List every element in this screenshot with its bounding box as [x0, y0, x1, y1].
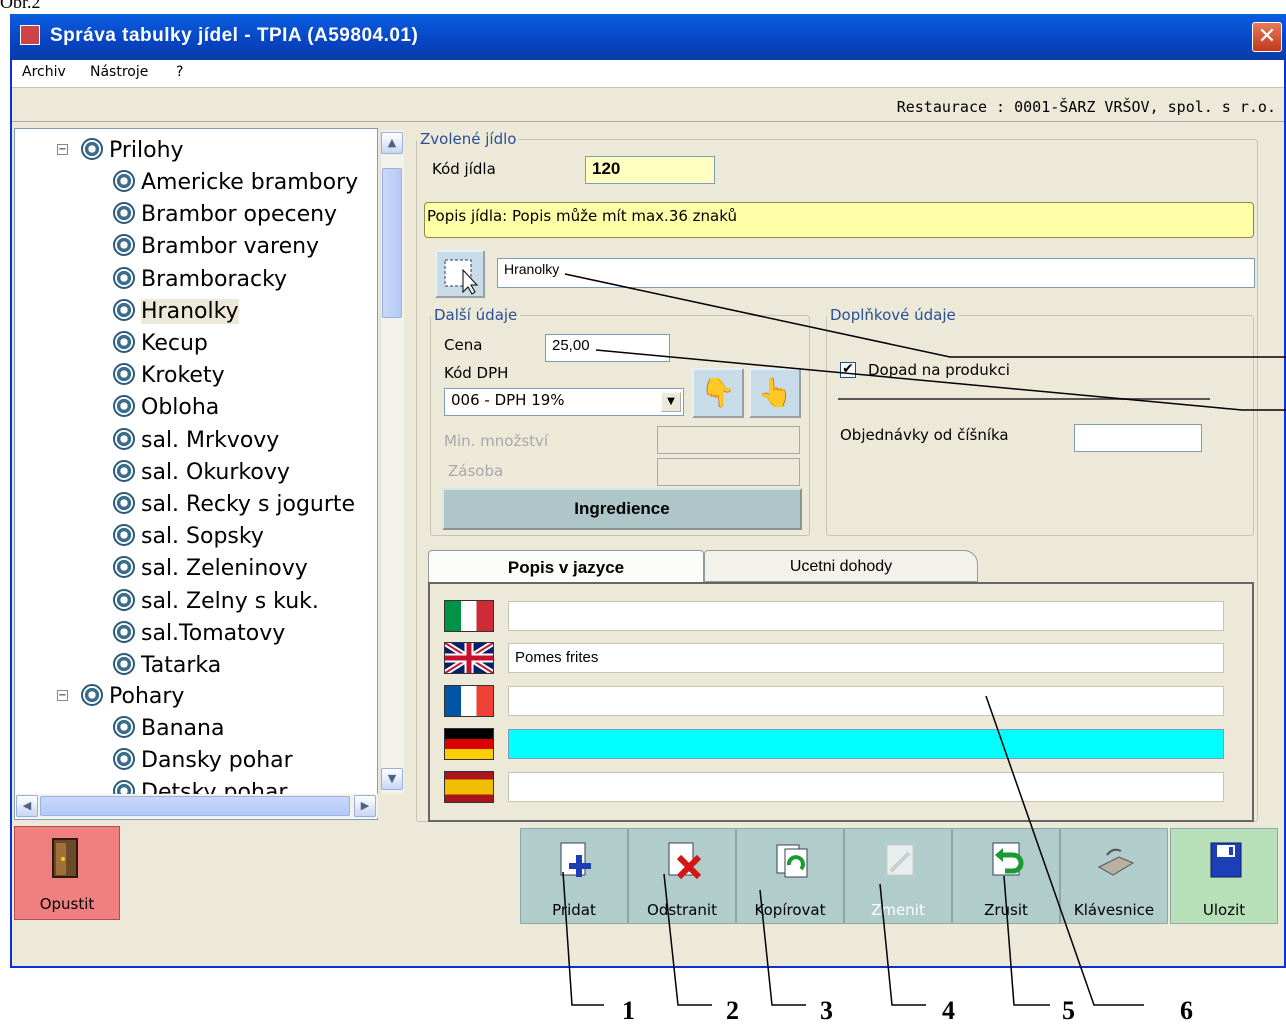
callout-1: 1 — [622, 996, 635, 1025]
callout-lines — [562, 273, 1286, 1006]
callout-3: 3 — [820, 996, 833, 1025]
callout-6: 6 — [1180, 996, 1193, 1025]
callout-5: 5 — [1062, 996, 1075, 1025]
callout-2: 2 — [726, 996, 739, 1025]
callout-4: 4 — [942, 996, 955, 1025]
